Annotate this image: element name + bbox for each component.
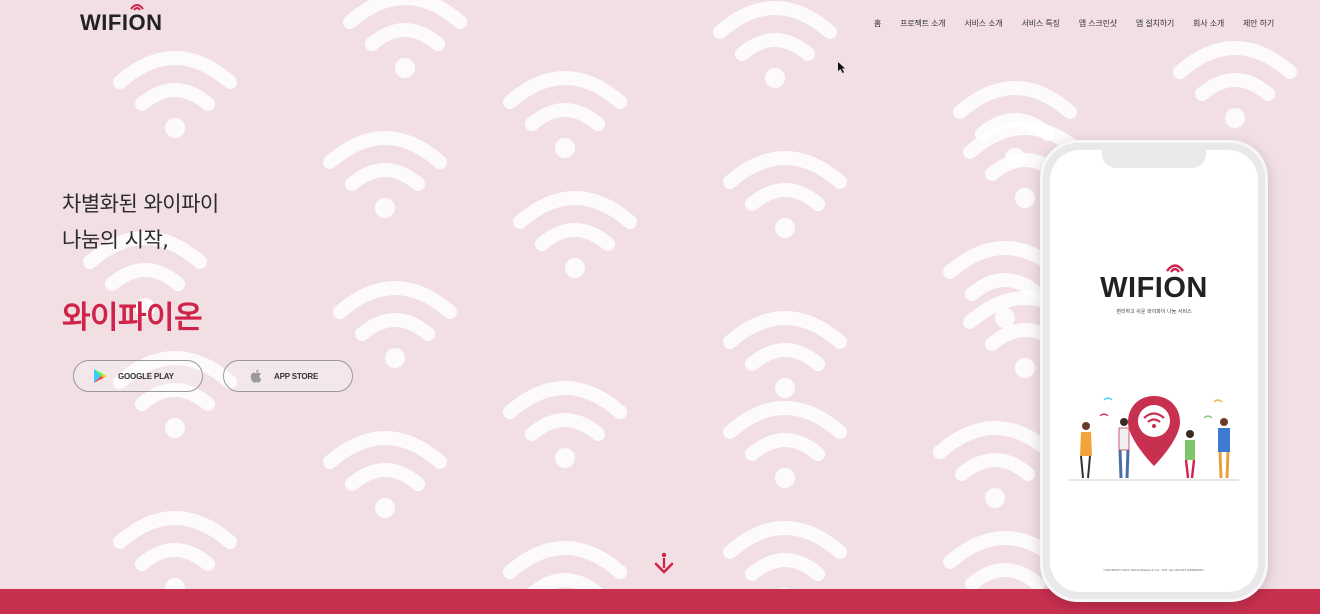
- hero-line-2: 나눔의 시작,: [62, 228, 169, 252]
- nav-service-intro[interactable]: 서비스 소개: [964, 18, 1002, 29]
- app-logo-wifi-arc-icon: [1166, 264, 1185, 273]
- hero-brand-name: 와이파이온: [62, 300, 203, 336]
- app-store-label: APP STORE: [274, 371, 319, 381]
- nav-app-screenshots[interactable]: 앱 스크린샷: [1079, 18, 1117, 29]
- wifi-pattern-icon: [503, 381, 627, 468]
- hero-heading: 차별화된 와이파이 나눔의 시작,: [62, 186, 219, 258]
- google-play-button[interactable]: GOOGLE PLAY: [73, 360, 203, 392]
- logo-text-part2: N: [146, 10, 163, 35]
- scroll-down-icon[interactable]: [651, 551, 677, 577]
- app-store-button[interactable]: APP STORE: [223, 360, 353, 392]
- phone-mockup: WIFI ON 편리하고 쉬운 와이파이 나눔 서비스 COPYRIGHT 20…: [1040, 140, 1268, 602]
- person-3: [1184, 430, 1196, 479]
- site-header: WIFI ON 홈 프로젝트 소개 서비스 소개 서비스 특징 앱 스크린샷 앱 …: [0, 0, 1320, 50]
- map-pin-wifi-icon: [1128, 396, 1180, 466]
- wifi-pattern-icon: [513, 191, 637, 278]
- nav-home[interactable]: 홈: [874, 18, 881, 29]
- person-2: [1118, 418, 1130, 479]
- google-play-icon: [94, 369, 107, 383]
- wifi-pattern-icon: [113, 351, 237, 438]
- logo-wifi-arc-icon: [130, 4, 145, 11]
- wifi-pattern-icon: [323, 431, 447, 518]
- nav-service-features[interactable]: 서비스 특징: [1022, 18, 1060, 29]
- person-1: [1080, 422, 1092, 479]
- google-play-label: GOOGLE PLAY: [118, 371, 174, 381]
- apple-icon: [250, 369, 262, 383]
- logo-text-part1: WIFI: [80, 10, 129, 35]
- wifi-pattern-icon: [503, 71, 627, 158]
- wifi-sharing-illustration: [1069, 396, 1239, 481]
- nav-app-install[interactable]: 앱 설치하기: [1136, 18, 1174, 29]
- wifi-pattern-icon: [723, 401, 847, 488]
- wifi-pattern-icon: [323, 131, 447, 218]
- wifi-pattern-icon: [113, 51, 237, 138]
- app-copyright: COPYRIGHT 2021 WeCanNetwork CO., LTD. AL…: [1103, 568, 1205, 572]
- nav-project-intro[interactable]: 프로젝트 소개: [900, 18, 946, 29]
- app-logo: WIFI ON: [1050, 264, 1258, 305]
- mouse-cursor-icon: [838, 62, 845, 73]
- main-nav: 홈 프로젝트 소개 서비스 소개 서비스 특징 앱 스크린샷 앱 설치하기 회사…: [855, 18, 1274, 29]
- phone-screen: WIFI ON 편리하고 쉬운 와이파이 나눔 서비스 COPYRIGHT 20…: [1050, 150, 1258, 592]
- phone-notch: [1102, 150, 1206, 168]
- nav-proposal[interactable]: 제안 하기: [1243, 18, 1274, 29]
- logo-o: O: [128, 4, 146, 36]
- app-tagline: 편리하고 쉬운 와이파이 나눔 서비스: [1116, 309, 1192, 315]
- wifi-pattern-icon: [333, 281, 457, 368]
- site-logo[interactable]: WIFI ON: [80, 4, 163, 36]
- person-4: [1218, 418, 1230, 479]
- wifi-pattern-icon: [723, 151, 847, 238]
- hero-line-1: 차별화된 와이파이: [62, 192, 219, 216]
- nav-company-intro[interactable]: 회사 소개: [1193, 18, 1224, 29]
